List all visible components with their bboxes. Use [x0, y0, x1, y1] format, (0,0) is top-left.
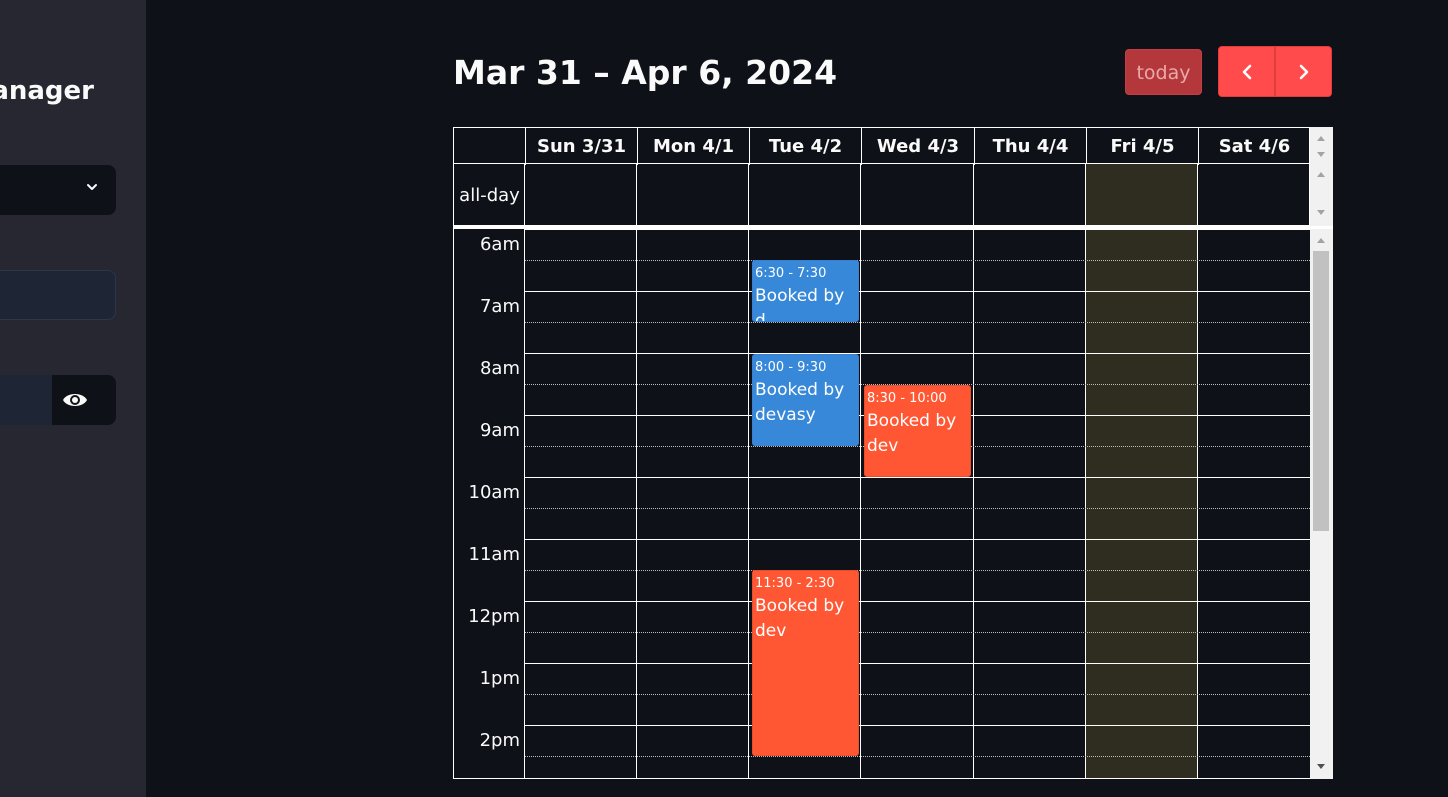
- time-label-10am: 10am: [468, 482, 520, 503]
- hour-line: [525, 291, 1310, 292]
- column-divider: [860, 229, 861, 778]
- day-header-sat: Sat 4/6: [1198, 128, 1310, 165]
- eye-icon[interactable]: [62, 390, 88, 410]
- half-hour-line: [525, 508, 1310, 509]
- allday-cell[interactable]: [1197, 164, 1309, 225]
- column-divider: [636, 229, 637, 778]
- time-label-9am: 9am: [479, 420, 520, 441]
- time-grid-scrollbar[interactable]: [1310, 229, 1333, 779]
- password-field[interactable]: [0, 375, 52, 425]
- scroll-down-arrow[interactable]: [1317, 764, 1325, 769]
- password-input[interactable]: [0, 375, 116, 425]
- calendar-title: Mar 31 – Apr 6, 2024: [453, 53, 838, 92]
- scroll-down-arrow[interactable]: [1317, 152, 1325, 157]
- hour-line: [525, 353, 1310, 354]
- calendar-event[interactable]: 11:30 - 2:30 Booked by dev: [752, 570, 859, 756]
- allday-cell[interactable]: [748, 164, 860, 225]
- app-title: lanager: [0, 76, 94, 106]
- half-hour-line: [525, 694, 1310, 695]
- time-label-8am: 8am: [479, 358, 520, 379]
- sidebar: lanager: [0, 0, 146, 797]
- column-divider: [524, 229, 525, 778]
- time-grid[interactable]: 6am 7am 8am 9am 10am 11am 12pm 1pm 2pm 6…: [453, 229, 1310, 779]
- hour-line: [525, 229, 1310, 230]
- half-hour-line: [525, 756, 1310, 757]
- event-title: Booked by dev: [755, 596, 845, 641]
- time-label-1pm: 1pm: [479, 668, 520, 689]
- today-column-highlight: [1086, 229, 1198, 778]
- allday-row: all-day: [453, 163, 1310, 226]
- chevron-left-icon: [1242, 64, 1252, 80]
- allday-cell-today[interactable]: [1085, 164, 1197, 225]
- time-label-2pm: 2pm: [479, 730, 520, 751]
- day-header-sun: Sun 3/31: [525, 128, 637, 165]
- calendar-event[interactable]: 6:30 - 7:30 Booked by d: [752, 260, 859, 322]
- time-label-7am: 7am: [479, 296, 520, 317]
- calendar-event[interactable]: 8:00 - 9:30 Booked by devasy: [752, 354, 859, 446]
- column-divider: [973, 229, 974, 778]
- day-header-tue: Tue 4/2: [749, 128, 861, 165]
- column-divider: [748, 229, 749, 778]
- scroll-down-arrow[interactable]: [1317, 210, 1325, 215]
- half-hour-line: [525, 632, 1310, 633]
- half-hour-line: [525, 260, 1310, 261]
- calendar-grid: Sun 3/31 Mon 4/1 Tue 4/2 Wed 4/3 Thu 4/4…: [453, 127, 1333, 779]
- hour-line: [525, 725, 1310, 726]
- chevron-right-icon: [1299, 64, 1309, 80]
- header-scrollbar[interactable]: [1310, 127, 1333, 226]
- day-header-thu: Thu 4/4: [974, 128, 1086, 165]
- hour-line: [525, 663, 1310, 664]
- day-header-fri: Fri 4/5: [1086, 128, 1198, 165]
- today-button[interactable]: today: [1125, 49, 1202, 95]
- half-hour-line: [525, 570, 1310, 571]
- allday-cell[interactable]: [524, 164, 636, 225]
- hour-line: [525, 601, 1310, 602]
- prev-week-button[interactable]: [1218, 46, 1275, 97]
- username-input[interactable]: [0, 270, 116, 320]
- column-divider: [1197, 229, 1198, 778]
- event-title: Booked by d: [755, 286, 845, 322]
- hour-line: [525, 539, 1310, 540]
- hour-line: [525, 477, 1310, 478]
- chevron-down-icon: [87, 184, 97, 190]
- scroll-up-arrow[interactable]: [1317, 238, 1325, 243]
- event-title: Booked by devasy: [755, 380, 845, 425]
- day-header-mon: Mon 4/1: [637, 128, 749, 165]
- event-time: 8:30 - 10:00: [867, 391, 947, 406]
- allday-cell[interactable]: [973, 164, 1085, 225]
- day-header-wed: Wed 4/3: [861, 128, 974, 165]
- time-label-11am: 11am: [468, 544, 520, 565]
- scroll-up-arrow[interactable]: [1317, 136, 1325, 141]
- allday-cell[interactable]: [860, 164, 973, 225]
- time-label-6am: 6am: [479, 234, 520, 255]
- event-time: 11:30 - 2:30: [755, 576, 835, 591]
- next-week-button[interactable]: [1275, 46, 1332, 97]
- scroll-up-arrow[interactable]: [1317, 172, 1325, 177]
- event-time: 8:00 - 9:30: [755, 360, 827, 375]
- time-label-12pm: 12pm: [468, 606, 520, 627]
- event-title: Booked by dev: [867, 411, 957, 456]
- day-header-row: Sun 3/31 Mon 4/1 Tue 4/2 Wed 4/3 Thu 4/4…: [453, 127, 1310, 165]
- column-divider: [1085, 229, 1086, 778]
- half-hour-line: [525, 322, 1310, 323]
- room-select[interactable]: [0, 165, 116, 215]
- allday-label: all-day: [459, 185, 520, 206]
- event-time: 6:30 - 7:30: [755, 266, 827, 281]
- allday-cell[interactable]: [636, 164, 748, 225]
- calendar-event[interactable]: 8:30 - 10:00 Booked by dev: [864, 385, 971, 477]
- scrollbar-thumb[interactable]: [1313, 251, 1329, 531]
